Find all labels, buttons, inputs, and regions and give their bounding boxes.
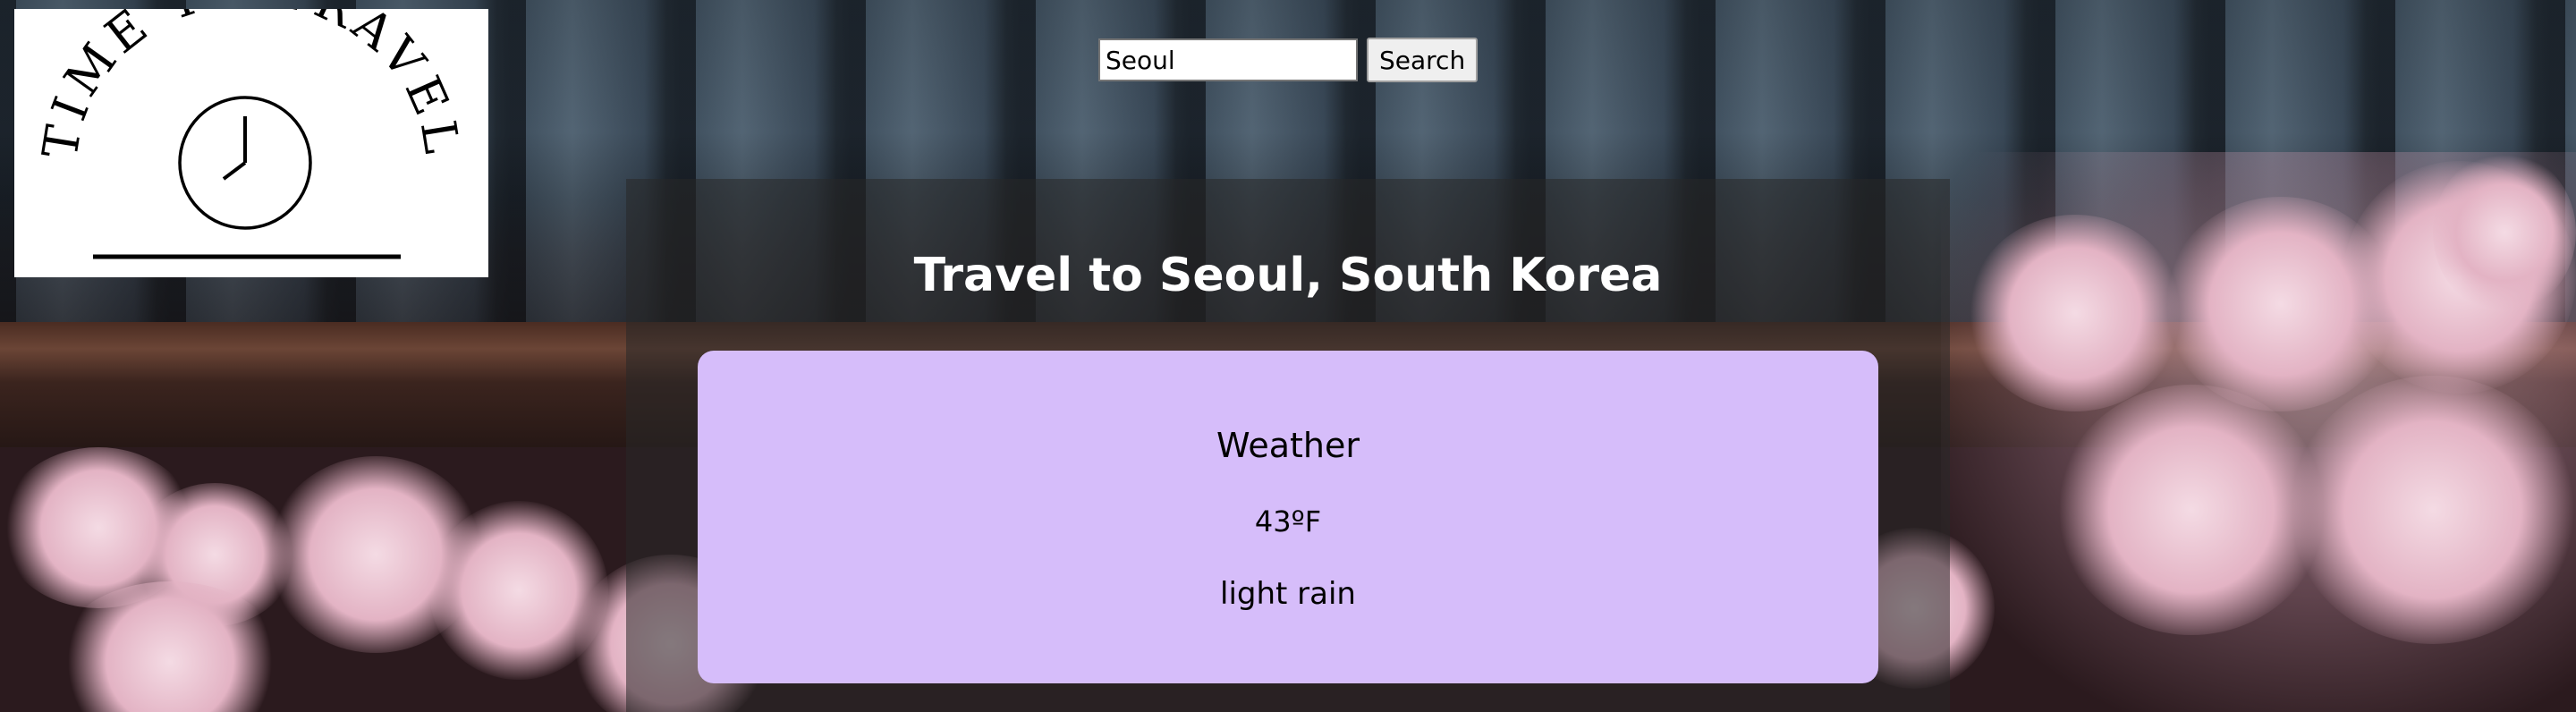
search-button[interactable]: Search <box>1367 38 1479 82</box>
clock-icon <box>178 96 312 230</box>
weather-card: Weather 43ºF light rain <box>698 351 1878 683</box>
page-title: Travel to Seoul, South Korea <box>913 249 1663 302</box>
weather-description: light rain <box>1220 576 1356 612</box>
site-logo[interactable]: TIME TO TRAVEL <box>14 9 488 277</box>
logo-text: TIME TO TRAVEL <box>31 9 470 162</box>
weather-temperature: 43ºF <box>1254 504 1322 538</box>
weather-heading: Weather <box>1216 426 1360 465</box>
search-input[interactable] <box>1098 38 1358 81</box>
search-bar: Search <box>1098 38 1479 82</box>
logo-graphic: TIME TO TRAVEL <box>31 9 470 259</box>
